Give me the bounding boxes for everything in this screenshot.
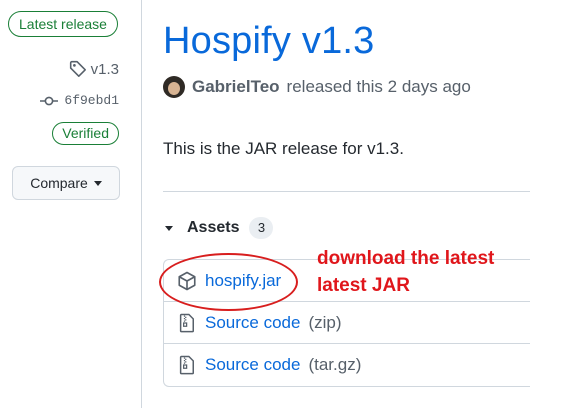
asset-format: (zip) <box>308 312 342 332</box>
compare-button[interactable]: Compare <box>12 166 120 200</box>
avatar[interactable] <box>163 76 185 98</box>
tag-icon <box>69 60 86 77</box>
assets-toggle[interactable]: Assets 3 <box>165 217 274 239</box>
verified-badge[interactable]: Verified <box>52 122 119 145</box>
divider <box>163 191 530 192</box>
git-commit-icon <box>40 96 59 105</box>
asset-name[interactable]: hospify.jar <box>205 271 281 291</box>
tag-label: v1.3 <box>90 60 119 78</box>
file-zip-icon <box>179 355 194 375</box>
commit-sha: 6f9ebd1 <box>64 93 119 108</box>
asset-format: (tar.gz) <box>308 355 362 374</box>
annotation-text: download the latest latest JAR <box>317 245 494 299</box>
annotation-line-2: latest JAR <box>317 275 410 296</box>
package-icon <box>178 271 196 290</box>
release-sidebar: Latest release v1.3 6f9ebd1 Verified Com… <box>0 0 142 408</box>
asset-name[interactable]: Source code <box>205 355 300 375</box>
release-author-row: GabrielTeo released this 2 days ago <box>163 76 471 98</box>
triangle-down-icon <box>165 225 173 231</box>
asset-row-zip[interactable]: Source code (zip) <box>164 302 530 344</box>
latest-release-badge: Latest release <box>8 11 118 37</box>
annotation-line-1: download the latest <box>317 248 495 269</box>
release-body: This is the JAR release for v1.3. <box>163 139 404 158</box>
caret-down-icon <box>93 180 102 186</box>
compare-label: Compare <box>30 175 88 191</box>
asset-name[interactable]: Source code <box>205 313 300 333</box>
release-title[interactable]: Hospify v1.3 <box>163 20 375 63</box>
assets-heading: Assets <box>187 219 240 236</box>
released-time: released this 2 days ago <box>286 77 471 96</box>
file-zip-icon <box>179 313 194 332</box>
tag-link[interactable]: v1.3 <box>69 60 119 78</box>
author-link[interactable]: GabrielTeo <box>192 77 280 97</box>
assets-count-badge: 3 <box>249 217 274 239</box>
commit-link[interactable]: 6f9ebd1 <box>40 93 119 108</box>
asset-row-targz[interactable]: Source code (tar.gz) <box>164 344 530 386</box>
